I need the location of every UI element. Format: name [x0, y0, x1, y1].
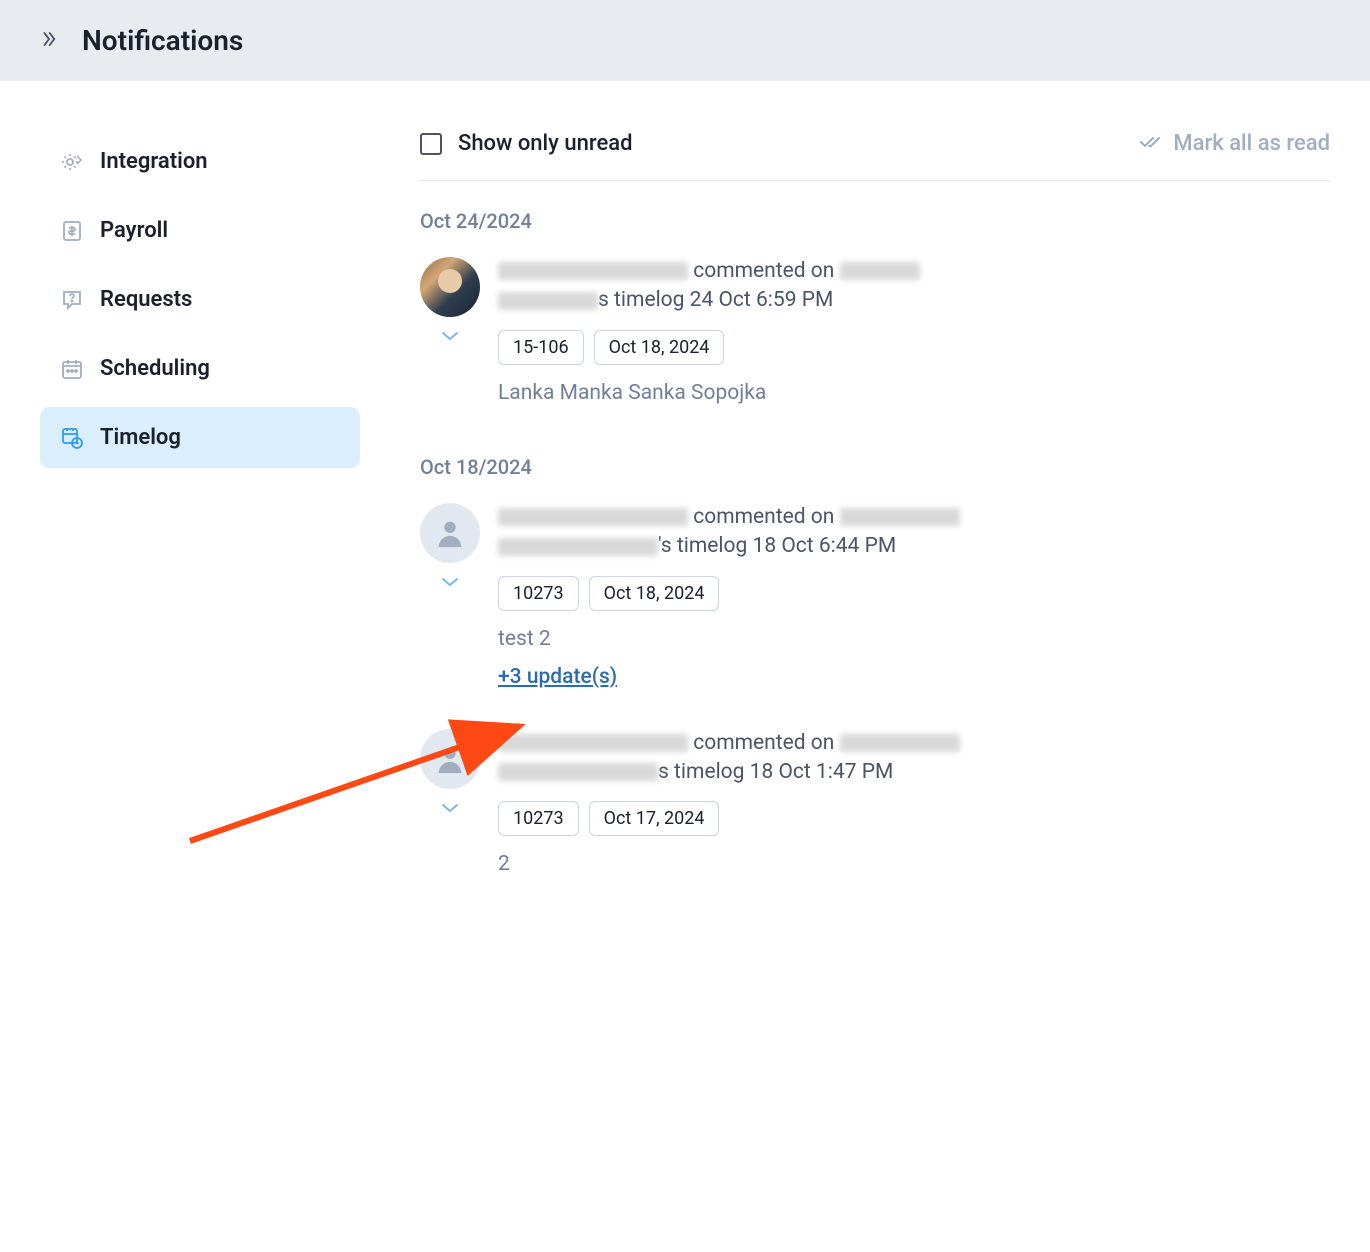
person-icon — [433, 516, 467, 550]
date-group: Oct 24/2024 commented on s timelog 24 Oc — [420, 209, 1330, 419]
dollar-document-icon — [60, 219, 84, 243]
double-check-icon — [1139, 132, 1163, 156]
notification-text: commented on 's timelog 18 Oct 6:44 PM — [498, 503, 1330, 562]
tag[interactable]: 10273 — [498, 576, 579, 611]
chevron-down-icon[interactable] — [440, 573, 460, 592]
date-label: Oct 18/2024 — [420, 455, 1330, 479]
sidebar-item-timelog[interactable]: Timelog — [40, 407, 360, 468]
sidebar-item-label: Payroll — [100, 218, 168, 243]
notification-item[interactable]: commented on s timelog 18 Oct 1:47 PM 10… — [420, 729, 1330, 891]
page-title: Notifications — [82, 24, 243, 57]
notification-text: commented on s timelog 24 Oct 6:59 PM — [498, 257, 1330, 316]
tag[interactable]: 10273 — [498, 801, 579, 836]
notification-item[interactable]: commented on s timelog 24 Oct 6:59 PM 15… — [420, 257, 1330, 419]
avatar[interactable] — [420, 729, 480, 789]
chevron-down-icon[interactable] — [440, 799, 460, 818]
filter-row: Show only unread Mark all as read — [420, 131, 1330, 181]
header: Notifications — [0, 0, 1370, 81]
chevron-down-icon[interactable] — [440, 327, 460, 346]
mark-all-read-button[interactable]: Mark all as read — [1139, 131, 1330, 156]
mark-read-label: Mark all as read — [1173, 131, 1330, 156]
checkbox-icon[interactable] — [420, 133, 442, 155]
date-label: Oct 24/2024 — [420, 209, 1330, 233]
comment-text: Lanka Manka Sanka Sopojka — [498, 381, 1330, 405]
tag[interactable]: 15-106 — [498, 330, 584, 365]
tag-row: 10273 Oct 18, 2024 — [498, 576, 1330, 611]
unread-filter[interactable]: Show only unread — [420, 131, 633, 156]
sidebar: Integration Payroll Requests Scheduling … — [30, 111, 370, 966]
sidebar-item-label: Scheduling — [100, 356, 210, 381]
date-group: Oct 18/2024 commented on 's — [420, 455, 1330, 891]
calendar-icon — [60, 357, 84, 381]
sidebar-item-scheduling[interactable]: Scheduling — [40, 338, 360, 399]
comment-text: 2 — [498, 852, 1330, 876]
tag[interactable]: Oct 17, 2024 — [589, 801, 720, 836]
sidebar-item-integration[interactable]: Integration — [40, 131, 360, 192]
unread-filter-label: Show only unread — [458, 131, 633, 156]
notification-item[interactable]: commented on 's timelog 18 Oct 6:44 PM 1… — [420, 503, 1330, 689]
main-content: Show only unread Mark all as read Oct 24… — [370, 111, 1370, 966]
avatar[interactable] — [420, 503, 480, 563]
sidebar-item-label: Timelog — [100, 425, 181, 450]
avatar[interactable] — [420, 257, 480, 317]
sidebar-item-label: Requests — [100, 287, 192, 312]
expand-icon[interactable] — [40, 29, 58, 53]
tag-row: 15-106 Oct 18, 2024 — [498, 330, 1330, 365]
tag[interactable]: Oct 18, 2024 — [589, 576, 720, 611]
person-icon — [433, 742, 467, 776]
sidebar-item-requests[interactable]: Requests — [40, 269, 360, 330]
tag[interactable]: Oct 18, 2024 — [594, 330, 725, 365]
question-chat-icon — [60, 288, 84, 312]
updates-link[interactable]: +3 update(s) — [498, 665, 1330, 689]
notification-text: commented on s timelog 18 Oct 1:47 PM — [498, 729, 1330, 788]
sidebar-item-payroll[interactable]: Payroll — [40, 200, 360, 261]
tag-row: 10273 Oct 17, 2024 — [498, 801, 1330, 836]
comment-text: test 2 — [498, 627, 1330, 651]
gear-arrow-icon — [60, 150, 84, 174]
sidebar-item-label: Integration — [100, 149, 208, 174]
timelog-icon — [60, 426, 84, 450]
